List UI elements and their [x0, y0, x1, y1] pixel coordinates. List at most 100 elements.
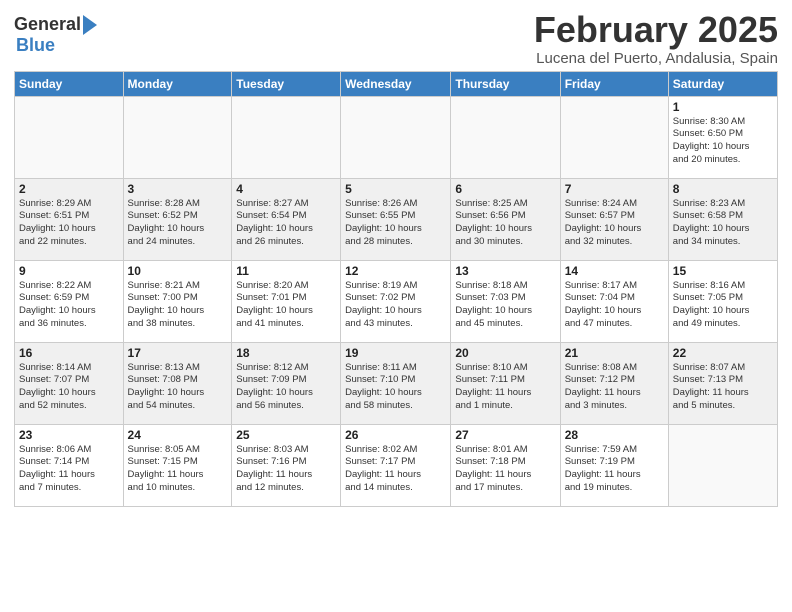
day-info: Sunrise: 8:22 AM Sunset: 6:59 PM Dayligh… — [19, 280, 119, 331]
calendar-cell: 7 Sunrise: 8:24 AM Sunset: 6:57 PM Daylig… — [560, 178, 668, 260]
day-info: Sunrise: 8:17 AM Sunset: 7:04 PM Dayligh… — [565, 280, 664, 331]
logo: General Blue — [14, 14, 97, 56]
calendar-cell: 24Sunrise: 8:05 AM Sunset: 7:15 PM Dayli… — [123, 424, 232, 506]
day-number: 8 — [673, 182, 773, 196]
calendar-cell: 18Sunrise: 8:12 AM Sunset: 7:09 PM Dayli… — [232, 342, 341, 424]
day-number: 7 — [565, 182, 664, 196]
day-info: Sunrise: 8:24 AM Sunset: 6:57 PM Dayligh… — [565, 198, 664, 249]
day-number: 13 — [455, 264, 555, 278]
week-row-1: 1 Sunrise: 8:30 AM Sunset: 6:50 PM Daylig… — [15, 96, 778, 178]
location: Lucena del Puerto, Andalusia, Spain — [534, 50, 778, 67]
logo-general: General — [14, 14, 81, 35]
day-info: Sunrise: 7:59 AM Sunset: 7:19 PM Dayligh… — [565, 444, 664, 495]
day-number: 1 — [673, 100, 773, 114]
calendar-cell: 1 Sunrise: 8:30 AM Sunset: 6:50 PM Daylig… — [668, 96, 777, 178]
day-info: Sunrise: 8:06 AM Sunset: 7:14 PM Dayligh… — [19, 444, 119, 495]
calendar-cell: 23 Sunrise: 8:06 AM Sunset: 7:14 PM Dayli… — [15, 424, 124, 506]
day-info: Sunrise: 8:29 AM Sunset: 6:51 PM Dayligh… — [19, 198, 119, 249]
logo-blue: Blue — [16, 35, 55, 56]
calendar-cell — [668, 424, 777, 506]
day-number: 12 — [345, 264, 446, 278]
calendar-cell: 17Sunrise: 8:13 AM Sunset: 7:08 PM Dayli… — [123, 342, 232, 424]
day-info: Sunrise: 8:26 AM Sunset: 6:55 PM Dayligh… — [345, 198, 446, 249]
day-info: Sunrise: 8:25 AM Sunset: 6:56 PM Dayligh… — [455, 198, 555, 249]
day-info: Sunrise: 8:03 AM Sunset: 7:16 PM Dayligh… — [236, 444, 336, 495]
calendar-cell: 3 Sunrise: 8:28 AM Sunset: 6:52 PM Daylig… — [123, 178, 232, 260]
day-number: 21 — [565, 346, 664, 360]
header-row-days: SundayMondayTuesdayWednesdayThursdayFrid… — [15, 71, 778, 96]
day-info: Sunrise: 8:07 AM Sunset: 7:13 PM Dayligh… — [673, 362, 773, 413]
day-info: Sunrise: 8:30 AM Sunset: 6:50 PM Dayligh… — [673, 116, 773, 167]
calendar-cell: 27Sunrise: 8:01 AM Sunset: 7:18 PM Dayli… — [451, 424, 560, 506]
day-info: Sunrise: 8:28 AM Sunset: 6:52 PM Dayligh… — [128, 198, 228, 249]
day-number: 10 — [128, 264, 228, 278]
day-number: 23 — [19, 428, 119, 442]
calendar-cell: 12 Sunrise: 8:19 AM Sunset: 7:02 PM Dayli… — [341, 260, 451, 342]
calendar-cell: 8 Sunrise: 8:23 AM Sunset: 6:58 PM Daylig… — [668, 178, 777, 260]
main-container: General Blue February 2025 Lucena del Pu… — [0, 0, 792, 515]
col-header-saturday: Saturday — [668, 71, 777, 96]
day-info: Sunrise: 8:23 AM Sunset: 6:58 PM Dayligh… — [673, 198, 773, 249]
calendar-cell: 16 Sunrise: 8:14 AM Sunset: 7:07 PM Dayli… — [15, 342, 124, 424]
col-header-tuesday: Tuesday — [232, 71, 341, 96]
day-number: 14 — [565, 264, 664, 278]
day-number: 16 — [19, 346, 119, 360]
day-number: 15 — [673, 264, 773, 278]
day-number: 5 — [345, 182, 446, 196]
col-header-monday: Monday — [123, 71, 232, 96]
col-header-friday: Friday — [560, 71, 668, 96]
week-row-4: 16 Sunrise: 8:14 AM Sunset: 7:07 PM Dayli… — [15, 342, 778, 424]
day-info: Sunrise: 8:10 AM Sunset: 7:11 PM Dayligh… — [455, 362, 555, 413]
calendar-cell — [560, 96, 668, 178]
calendar-cell: 9 Sunrise: 8:22 AM Sunset: 6:59 PM Daylig… — [15, 260, 124, 342]
calendar-cell — [123, 96, 232, 178]
calendar-cell: 28 Sunrise: 7:59 AM Sunset: 7:19 PM Dayli… — [560, 424, 668, 506]
day-number: 20 — [455, 346, 555, 360]
week-row-2: 2 Sunrise: 8:29 AM Sunset: 6:51 PM Daylig… — [15, 178, 778, 260]
day-info: Sunrise: 8:27 AM Sunset: 6:54 PM Dayligh… — [236, 198, 336, 249]
day-number: 9 — [19, 264, 119, 278]
day-number: 22 — [673, 346, 773, 360]
calendar-cell — [232, 96, 341, 178]
calendar-cell: 10 Sunrise: 8:21 AM Sunset: 7:00 PM Dayli… — [123, 260, 232, 342]
day-info: Sunrise: 8:02 AM Sunset: 7:17 PM Dayligh… — [345, 444, 446, 495]
calendar-cell — [451, 96, 560, 178]
day-number: 25 — [236, 428, 336, 442]
day-info: Sunrise: 8:14 AM Sunset: 7:07 PM Dayligh… — [19, 362, 119, 413]
week-row-5: 23 Sunrise: 8:06 AM Sunset: 7:14 PM Dayli… — [15, 424, 778, 506]
col-header-wednesday: Wednesday — [341, 71, 451, 96]
day-number: 18 — [236, 346, 336, 360]
day-info: Sunrise: 8:19 AM Sunset: 7:02 PM Dayligh… — [345, 280, 446, 331]
calendar-cell: 21Sunrise: 8:08 AM Sunset: 7:12 PM Dayli… — [560, 342, 668, 424]
header-row: General Blue February 2025 Lucena del Pu… — [14, 10, 778, 67]
day-number: 4 — [236, 182, 336, 196]
day-number: 24 — [128, 428, 228, 442]
day-info: Sunrise: 8:11 AM Sunset: 7:10 PM Dayligh… — [345, 362, 446, 413]
calendar-cell: 19Sunrise: 8:11 AM Sunset: 7:10 PM Dayli… — [341, 342, 451, 424]
calendar-table: SundayMondayTuesdayWednesdayThursdayFrid… — [14, 71, 778, 507]
day-info: Sunrise: 8:21 AM Sunset: 7:00 PM Dayligh… — [128, 280, 228, 331]
calendar-cell: 15 Sunrise: 8:16 AM Sunset: 7:05 PM Dayli… — [668, 260, 777, 342]
day-info: Sunrise: 8:01 AM Sunset: 7:18 PM Dayligh… — [455, 444, 555, 495]
day-info: Sunrise: 8:16 AM Sunset: 7:05 PM Dayligh… — [673, 280, 773, 331]
logo-arrow-icon — [83, 15, 97, 35]
day-number: 26 — [345, 428, 446, 442]
calendar-cell: 13 Sunrise: 8:18 AM Sunset: 7:03 PM Dayli… — [451, 260, 560, 342]
week-row-3: 9 Sunrise: 8:22 AM Sunset: 6:59 PM Daylig… — [15, 260, 778, 342]
calendar-cell: 2 Sunrise: 8:29 AM Sunset: 6:51 PM Daylig… — [15, 178, 124, 260]
day-info: Sunrise: 8:13 AM Sunset: 7:08 PM Dayligh… — [128, 362, 228, 413]
calendar-cell — [15, 96, 124, 178]
calendar-cell: 11Sunrise: 8:20 AM Sunset: 7:01 PM Dayli… — [232, 260, 341, 342]
col-header-thursday: Thursday — [451, 71, 560, 96]
month-title: February 2025 — [534, 10, 778, 50]
day-number: 28 — [565, 428, 664, 442]
col-header-sunday: Sunday — [15, 71, 124, 96]
day-number: 2 — [19, 182, 119, 196]
calendar-cell — [341, 96, 451, 178]
calendar-cell: 6Sunrise: 8:25 AM Sunset: 6:56 PM Daylig… — [451, 178, 560, 260]
day-number: 11 — [236, 264, 336, 278]
calendar-cell: 25 Sunrise: 8:03 AM Sunset: 7:16 PM Dayli… — [232, 424, 341, 506]
day-info: Sunrise: 8:18 AM Sunset: 7:03 PM Dayligh… — [455, 280, 555, 331]
title-block: February 2025 Lucena del Puerto, Andalus… — [534, 10, 778, 67]
day-number: 3 — [128, 182, 228, 196]
